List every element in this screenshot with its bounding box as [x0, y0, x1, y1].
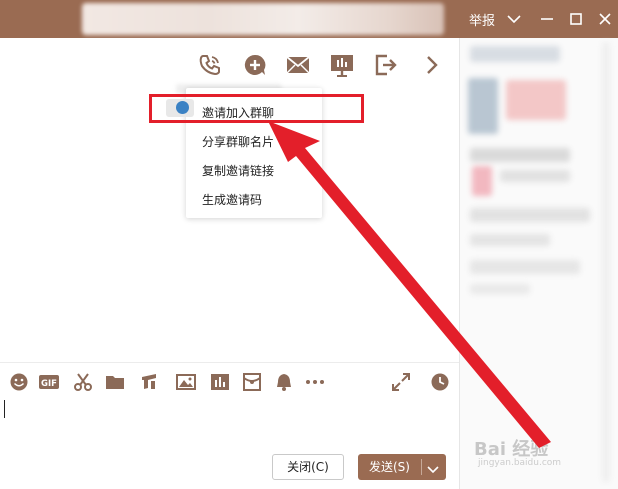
group-info-panel	[460, 38, 618, 489]
emoji-icon[interactable]	[9, 372, 29, 392]
chart-poll-icon[interactable]	[210, 372, 230, 392]
close-icon[interactable]	[597, 11, 613, 27]
svg-text:GIF: GIF	[41, 379, 57, 389]
report-button[interactable]: 举报	[469, 10, 495, 29]
send-button[interactable]: 发送(S)	[358, 454, 446, 480]
chat-title-blurred	[82, 3, 444, 35]
mail-icon[interactable]	[285, 52, 311, 78]
send-button-label: 发送(S)	[369, 460, 410, 474]
add-chat-icon[interactable]	[242, 52, 268, 78]
image-icon[interactable]	[176, 372, 196, 392]
menu-item-copy-invite-link[interactable]: 复制邀请链接	[202, 162, 274, 179]
music-icon[interactable]	[139, 372, 159, 392]
message-input[interactable]	[0, 395, 459, 447]
phone-icon[interactable]	[197, 52, 223, 78]
more-icon[interactable]	[305, 372, 325, 392]
chevron-down-icon[interactable]	[426, 461, 440, 474]
screen-share-icon[interactable]	[329, 52, 355, 78]
screenshot-scissors-icon[interactable]	[73, 372, 93, 392]
send-button-separator	[421, 459, 422, 475]
input-divider	[0, 362, 459, 363]
exit-group-icon[interactable]	[373, 52, 399, 78]
menu-item-generate-invite-code[interactable]: 生成邀请码	[202, 191, 262, 208]
title-bar: 举报	[0, 0, 618, 38]
annotation-highlight-box	[149, 94, 364, 123]
minimize-icon[interactable]	[539, 11, 555, 27]
chevron-right-icon[interactable]	[420, 52, 446, 78]
close-button[interactable]: 关闭(C)	[272, 454, 344, 480]
menu-item-share-group-card[interactable]: 分享群聊名片	[202, 133, 274, 150]
expand-icon[interactable]	[391, 372, 411, 392]
history-clock-icon[interactable]	[430, 372, 450, 392]
chevron-down-icon[interactable]	[506, 11, 522, 27]
gif-icon[interactable]: GIF	[39, 372, 59, 392]
red-packet-icon[interactable]	[242, 372, 262, 392]
folder-icon[interactable]	[105, 372, 125, 392]
maximize-icon[interactable]	[568, 11, 584, 27]
watermark-url: jingyan.baidu.com	[478, 458, 562, 468]
bell-icon[interactable]	[274, 372, 294, 392]
